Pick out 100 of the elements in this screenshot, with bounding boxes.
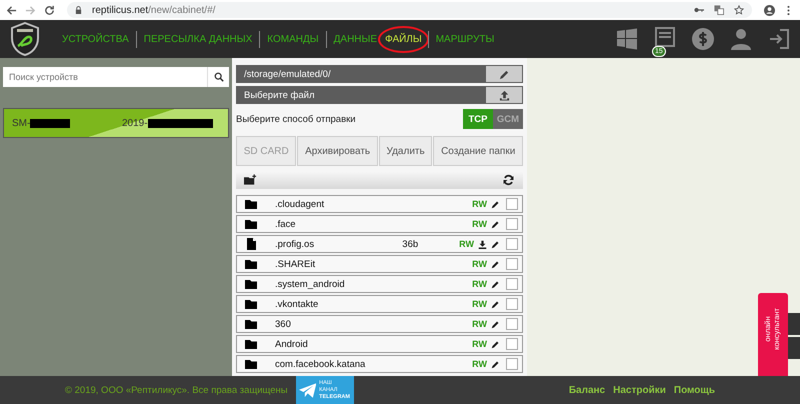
upload-icon xyxy=(498,90,510,100)
file-row[interactable]: .SHAREit RW xyxy=(236,255,523,273)
pencil-icon[interactable] xyxy=(491,340,500,348)
file-name: Android xyxy=(275,338,308,350)
edit-path-button[interactable] xyxy=(486,66,522,82)
file-picker-text: Выберите файл xyxy=(244,90,314,100)
logout-icon[interactable] xyxy=(768,28,790,50)
pencil-icon[interactable] xyxy=(491,200,500,208)
address-bar[interactable]: reptilicus.net/new/cabinet/#/ xyxy=(67,2,752,18)
file-picker-bar[interactable]: Выберите файл xyxy=(236,86,523,104)
file-row[interactable]: .system_android RW xyxy=(236,275,523,293)
folder-icon xyxy=(245,258,257,270)
folder-icon xyxy=(245,298,257,310)
checkbox[interactable] xyxy=(506,218,518,230)
path-text: /storage/emulated/0/ xyxy=(244,68,331,80)
file-name: .face xyxy=(275,218,296,230)
paper-plane-icon xyxy=(298,382,316,398)
permissions-text: RW xyxy=(472,359,487,369)
send-method-toggle[interactable]: TCP xyxy=(463,109,493,129)
key-icon[interactable] xyxy=(694,5,704,15)
file-name: .vkontakte xyxy=(275,298,318,310)
file-row[interactable]: Android RW xyxy=(236,335,523,353)
device-card[interactable]: SM- 2019- xyxy=(3,108,229,138)
redaction-block xyxy=(30,118,70,128)
folder-icon xyxy=(245,198,257,210)
permissions-text: RW xyxy=(472,299,487,309)
download-icon[interactable] xyxy=(478,240,487,248)
action-button[interactable]: Удалить xyxy=(378,136,432,166)
footer-link[interactable]: Баланс xyxy=(568,384,606,396)
checkbox[interactable] xyxy=(506,298,518,310)
file-name: 360 xyxy=(275,318,291,330)
pencil-icon[interactable] xyxy=(491,240,500,248)
pencil-icon[interactable] xyxy=(491,220,500,228)
pencil-icon[interactable] xyxy=(491,320,500,328)
pencil-icon[interactable] xyxy=(491,280,500,288)
checkbox[interactable] xyxy=(506,318,518,330)
file-row[interactable]: .vkontakte RW xyxy=(236,295,523,313)
search-field[interactable]: Поиск устройств xyxy=(3,67,207,87)
refresh-icon[interactable] xyxy=(502,174,515,186)
dollar-icon[interactable] xyxy=(692,28,714,50)
file-name: .SHAREit xyxy=(275,258,316,270)
account-icon[interactable] xyxy=(764,4,775,16)
search-icon xyxy=(214,72,224,82)
search-button[interactable] xyxy=(207,67,229,87)
star-icon[interactable] xyxy=(734,5,744,15)
lock-icon xyxy=(75,6,82,14)
file-name: com.facebook.katana xyxy=(275,358,366,370)
file-row[interactable]: 360 RW xyxy=(236,315,523,333)
file-row[interactable]: .profig.os 36b RW xyxy=(236,235,523,253)
checkbox[interactable] xyxy=(506,278,518,290)
nav-tab[interactable]: МАРШРУТЫ xyxy=(428,30,496,48)
checkbox[interactable] xyxy=(506,238,518,250)
file-row[interactable]: .cloudagent RW xyxy=(236,195,523,213)
footer-link[interactable]: Настройки xyxy=(613,384,666,396)
permissions-text: RW xyxy=(472,319,487,329)
user-icon[interactable] xyxy=(730,28,752,50)
url-text: reptilicus.net/new/cabinet/#/ xyxy=(92,4,216,16)
file-icon xyxy=(245,238,257,250)
send-method-label: Выберите способ отправки xyxy=(236,114,356,124)
new-folder-icon[interactable] xyxy=(244,174,257,186)
folder-icon xyxy=(245,218,257,230)
device-date: 2019- xyxy=(122,118,148,128)
back-icon[interactable] xyxy=(6,4,17,16)
pencil-icon[interactable] xyxy=(491,300,500,308)
nav-tab[interactable]: ФАЙЛЫ xyxy=(378,26,429,52)
pencil-icon[interactable] xyxy=(491,360,500,368)
checkbox[interactable] xyxy=(506,198,518,210)
file-row[interactable]: .face RW xyxy=(236,215,523,233)
action-button[interactable]: Архивировать xyxy=(297,136,378,166)
translate-icon[interactable] xyxy=(714,5,724,15)
permissions-text: RW xyxy=(472,339,487,349)
file-name: .profig.os xyxy=(275,238,314,250)
file-size: 36b xyxy=(402,238,418,250)
footer-link[interactable]: Помощь xyxy=(674,384,715,396)
checkbox[interactable] xyxy=(506,358,518,370)
checkbox[interactable] xyxy=(506,258,518,270)
folder-icon xyxy=(245,318,257,330)
nav-tab[interactable]: КОМАНДЫ xyxy=(259,30,321,48)
redaction-block xyxy=(148,118,213,128)
permissions-text: RW xyxy=(472,279,487,289)
nav-tab[interactable]: ДАННЫЕ xyxy=(326,30,380,48)
reload-icon[interactable] xyxy=(44,4,55,16)
shield-logo-icon[interactable] xyxy=(10,22,40,56)
file-row[interactable]: com.facebook.katana RW xyxy=(236,355,523,373)
nav-tab[interactable]: ПЕРЕСЫЛКА ДАННЫХ xyxy=(136,30,254,48)
permissions-text: RW xyxy=(472,259,487,269)
permissions-text: RW xyxy=(472,199,487,209)
file-name: .system_android xyxy=(275,278,345,290)
checkbox[interactable] xyxy=(506,338,518,350)
folder-icon xyxy=(245,338,257,350)
device-model: SM- xyxy=(12,118,30,128)
upload-button[interactable] xyxy=(486,87,522,103)
file-name: .cloudagent xyxy=(275,198,324,210)
pencil-icon[interactable] xyxy=(491,260,500,268)
windows-icon[interactable] xyxy=(616,28,638,50)
folder-icon xyxy=(245,358,257,370)
pencil-icon xyxy=(498,68,510,80)
action-button[interactable]: Создание папки xyxy=(433,136,523,166)
nav-tab[interactable]: УСТРОЙСТВА xyxy=(60,30,131,48)
permissions-text: RW xyxy=(472,219,487,229)
